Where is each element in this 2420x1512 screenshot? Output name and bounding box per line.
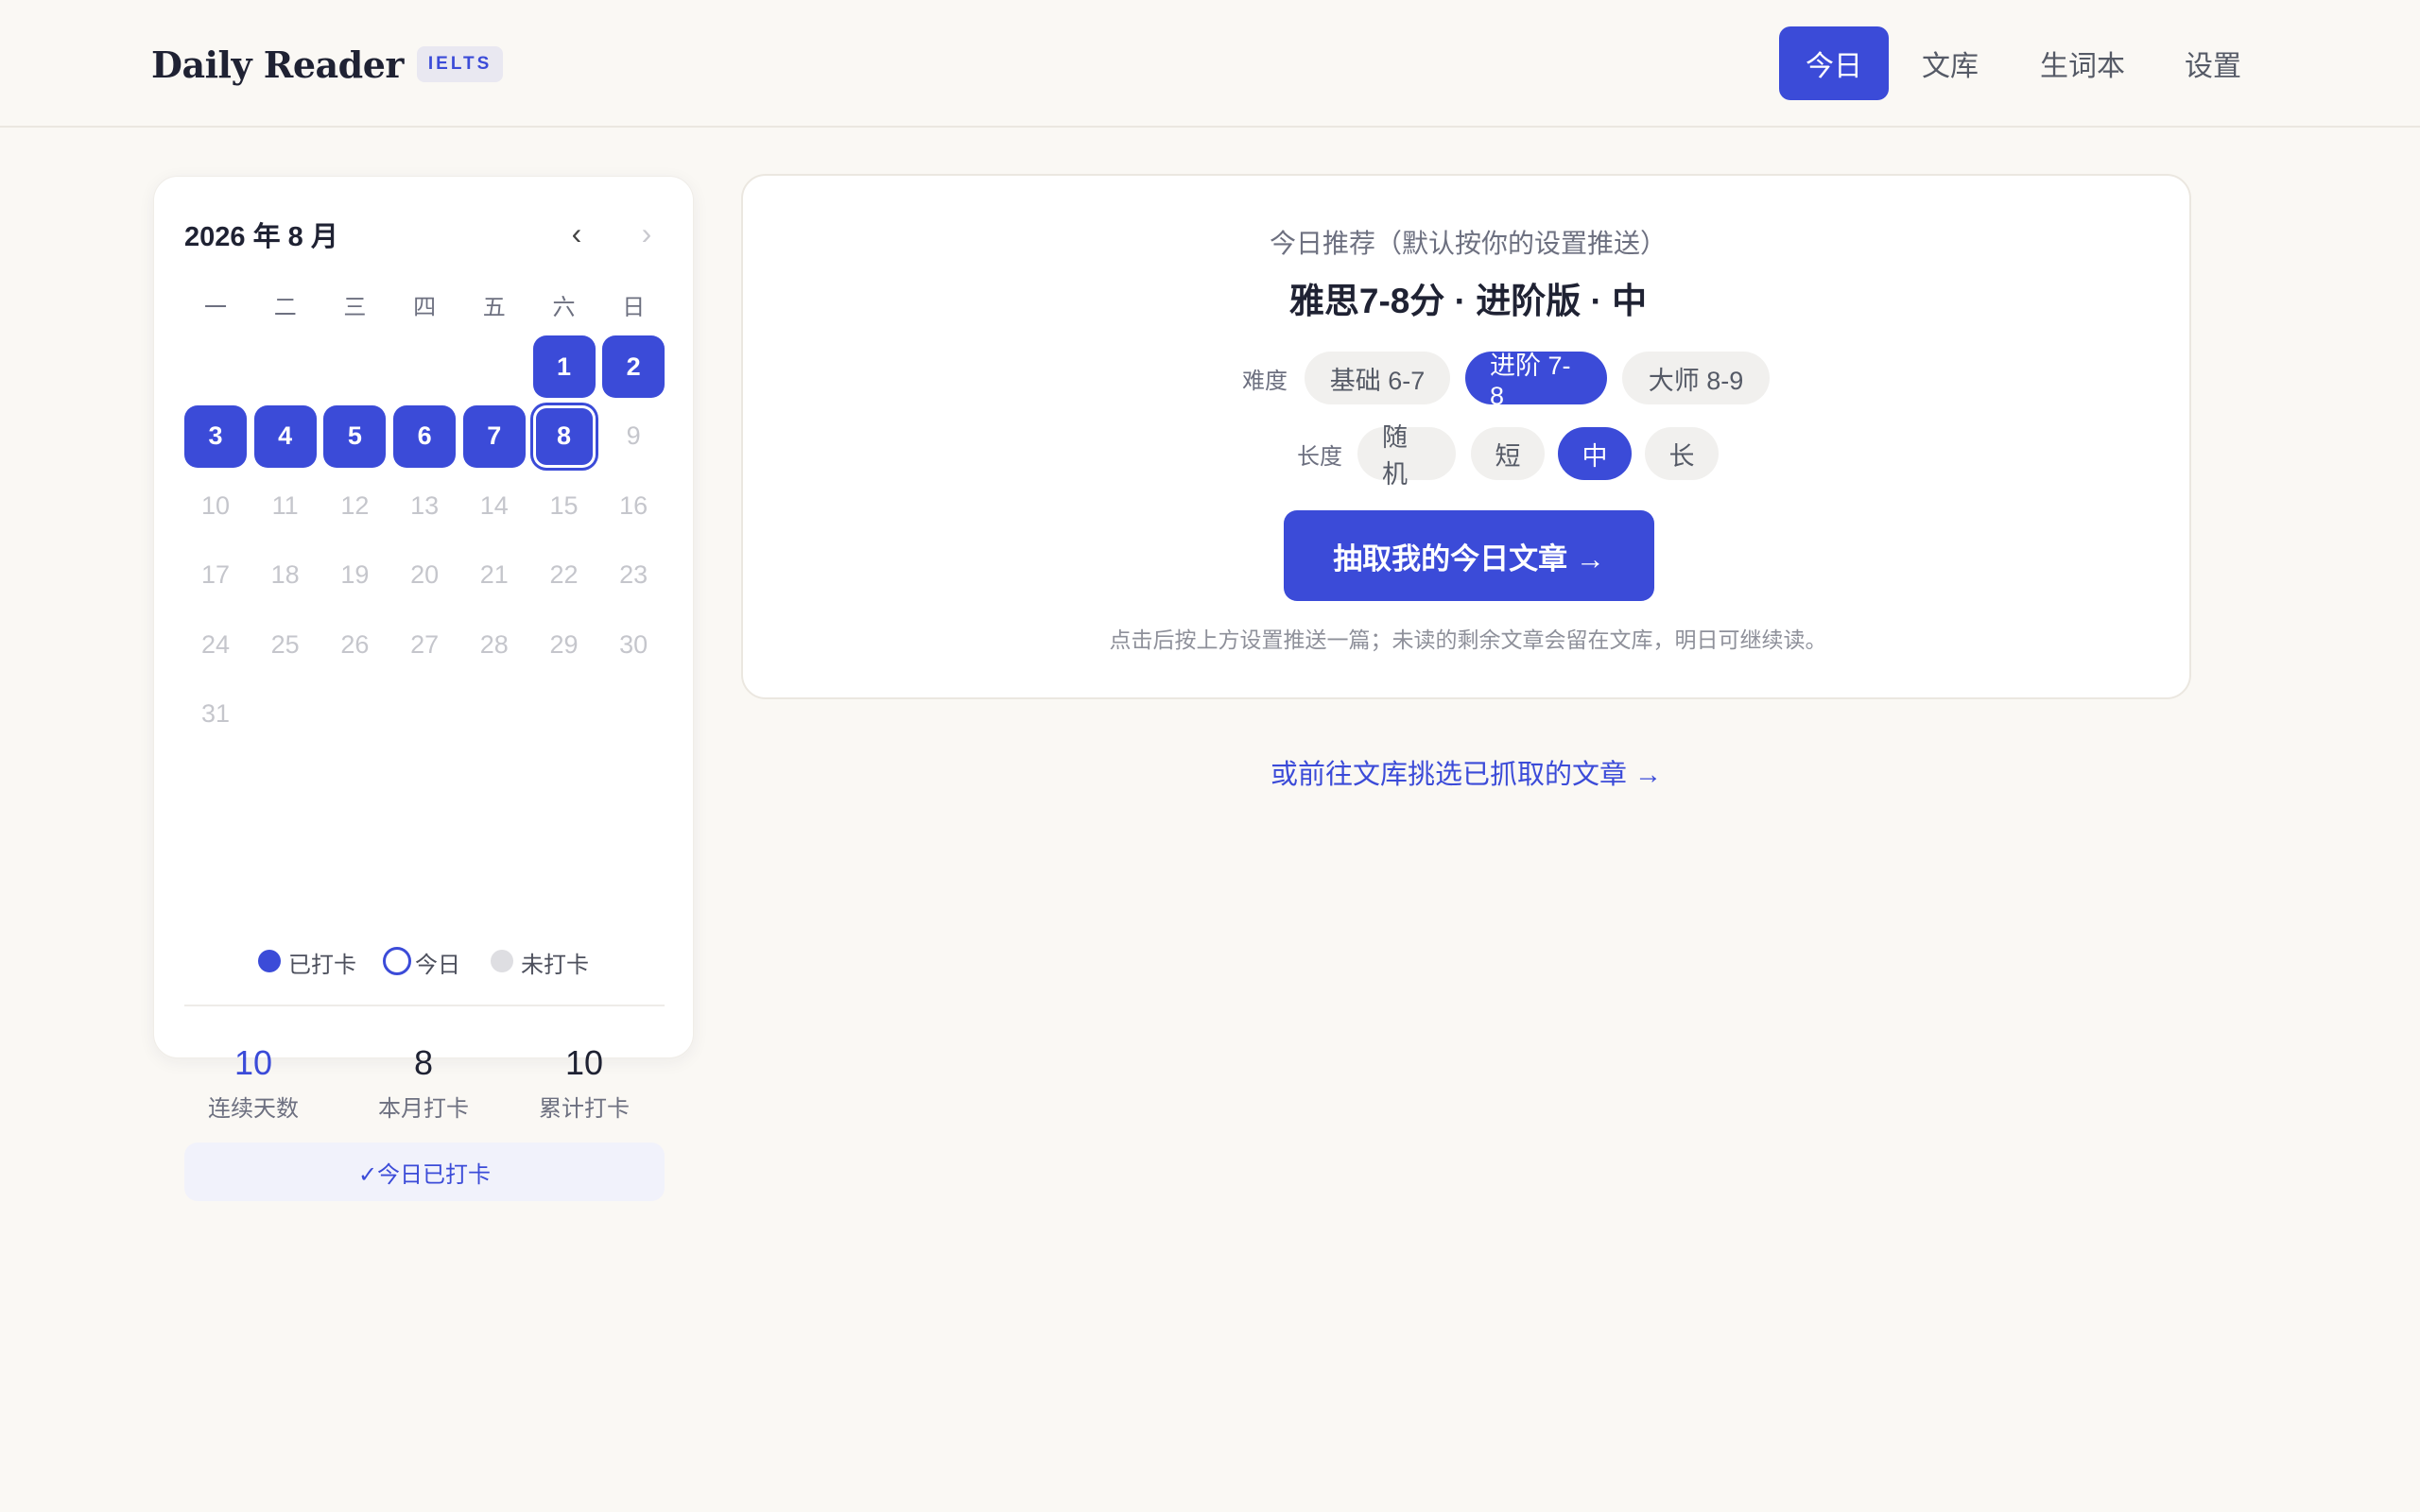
calendar-day: 26: [340, 629, 370, 659]
calendar-day-checked[interactable]: 1: [532, 335, 596, 398]
calendar-day-checked[interactable]: 2: [602, 335, 666, 398]
stat-streak-value: 10: [233, 1043, 273, 1082]
calendar-day: 12: [340, 490, 370, 520]
calendar-day: 11: [271, 490, 299, 520]
chevron-left-icon: ‹: [571, 215, 582, 250]
difficulty-option-advanced[interactable]: 进阶 7-8: [1465, 352, 1607, 410]
calendar-day: 28: [479, 629, 509, 659]
library-link[interactable]: 或前往文库挑选已抓取的文章 →: [741, 752, 2191, 792]
calendar-day: 17: [200, 560, 231, 589]
recommendation-title: 雅思7-8分 · 进阶版 · 中: [1288, 282, 1648, 320]
stat-total-value: 10: [564, 1043, 604, 1082]
calendar-day-today[interactable]: 8: [532, 404, 596, 468]
nav-vocabulary[interactable]: 生词本: [2014, 26, 2152, 100]
weekday-label: 一: [204, 295, 227, 320]
calendar-day: 22: [549, 560, 579, 589]
calendar-day: 18: [270, 560, 300, 589]
nav-settings[interactable]: 设置: [2158, 26, 2268, 100]
calendar-day: 10: [200, 490, 231, 520]
calendar-day-checked[interactable]: 5: [323, 404, 387, 468]
checkin-status-button[interactable]: ✓今日已打卡: [184, 1143, 665, 1201]
nav-library[interactable]: 文库: [1895, 26, 2005, 100]
length-option-medium[interactable]: 中: [1558, 427, 1632, 480]
nav-today[interactable]: 今日: [1779, 26, 1889, 100]
calendar-day: 14: [479, 490, 509, 520]
recommendation-subtitle: 今日推荐（默认按你的设置推送）: [1269, 229, 1667, 258]
recommendation-note: 点击后按上方设置推送一篇；未读的剩余文章会留在文库，明日可继续读。: [1109, 627, 1827, 652]
weekday-label: 日: [622, 295, 646, 320]
calendar-day-checked[interactable]: 4: [253, 404, 317, 468]
length-label: 长度: [1297, 444, 1342, 470]
stat-streak-label: 连续天数: [208, 1096, 299, 1122]
stat-month: 8 本月打卡: [343, 1042, 504, 1123]
calendar-day: 19: [340, 560, 370, 589]
stat-total: 10 累计打卡: [504, 1042, 665, 1123]
checked-legend-icon: [258, 950, 281, 972]
draw-article-button[interactable]: 抽取我的今日文章 →: [1284, 510, 1654, 601]
unchecked-legend-icon: [491, 950, 513, 972]
difficulty-label: 难度: [1242, 369, 1288, 394]
calendar-day-checked[interactable]: 6: [393, 404, 457, 468]
today-legend-icon: [383, 947, 411, 975]
calendar-day: 30: [619, 629, 648, 659]
calendar-day: 24: [200, 629, 231, 659]
legend-checked: 已打卡: [288, 953, 356, 978]
weekday-label: 四: [413, 295, 437, 320]
calendar-day: 9: [626, 421, 641, 450]
calendar-day: 16: [619, 490, 648, 520]
length-option-random[interactable]: 随机: [1357, 423, 1456, 489]
calendar-day: 27: [410, 629, 440, 659]
recommendation-card: 今日推荐（默认按你的设置推送） 雅思7-8分 · 进阶版 · 中 难度 基础 6…: [741, 174, 2191, 699]
calendar-day: 13: [410, 490, 440, 520]
prev-month-button[interactable]: ‹: [558, 215, 596, 252]
length-option-short[interactable]: 短: [1471, 427, 1545, 480]
stat-streak: 10 连续天数: [173, 1042, 334, 1123]
calendar-day: 15: [549, 490, 579, 520]
weekday-label: 五: [482, 295, 506, 320]
weekday-label: 六: [552, 295, 576, 320]
divider: [184, 1005, 665, 1006]
stat-month-value: 8: [413, 1043, 434, 1082]
main-nav: 今日 文库 生词本 设置: [0, 26, 2420, 100]
weekday-label: 三: [343, 295, 367, 320]
stat-total-label: 累计打卡: [539, 1096, 630, 1122]
legend-unchecked: 未打卡: [521, 953, 589, 978]
calendar-month-title: 2026 年 8 月: [184, 222, 338, 252]
stat-month-label: 本月打卡: [378, 1096, 469, 1122]
calendar-day: 23: [619, 560, 648, 589]
calendar-day-checked[interactable]: 7: [462, 404, 526, 468]
weekday-label: 二: [273, 295, 297, 320]
calendar-day: 25: [270, 629, 300, 659]
calendar-day: 31: [200, 699, 231, 728]
difficulty-option-basic[interactable]: 基础 6-7: [1305, 352, 1450, 404]
difficulty-option-master[interactable]: 大师 8-9: [1622, 352, 1770, 404]
calendar-day: 21: [479, 560, 509, 589]
calendar-day: 29: [549, 629, 579, 659]
chevron-right-icon: ›: [641, 215, 652, 250]
legend-today: 今日: [415, 953, 460, 978]
calendar-day: 20: [410, 560, 440, 589]
next-month-button[interactable]: ›: [628, 215, 666, 252]
checkin-calendar-card: 2026 年 8 月 ‹ › 一二三四五六日 1 2 3 4 5 6 7 8 9 10 11 12 13…: [153, 176, 694, 1201]
calendar-day-checked[interactable]: 3: [184, 404, 247, 468]
top-header: Daily Reader IELTS 今日 文库 生词本 设置: [0, 0, 2420, 128]
length-option-long[interactable]: 长: [1645, 427, 1719, 480]
